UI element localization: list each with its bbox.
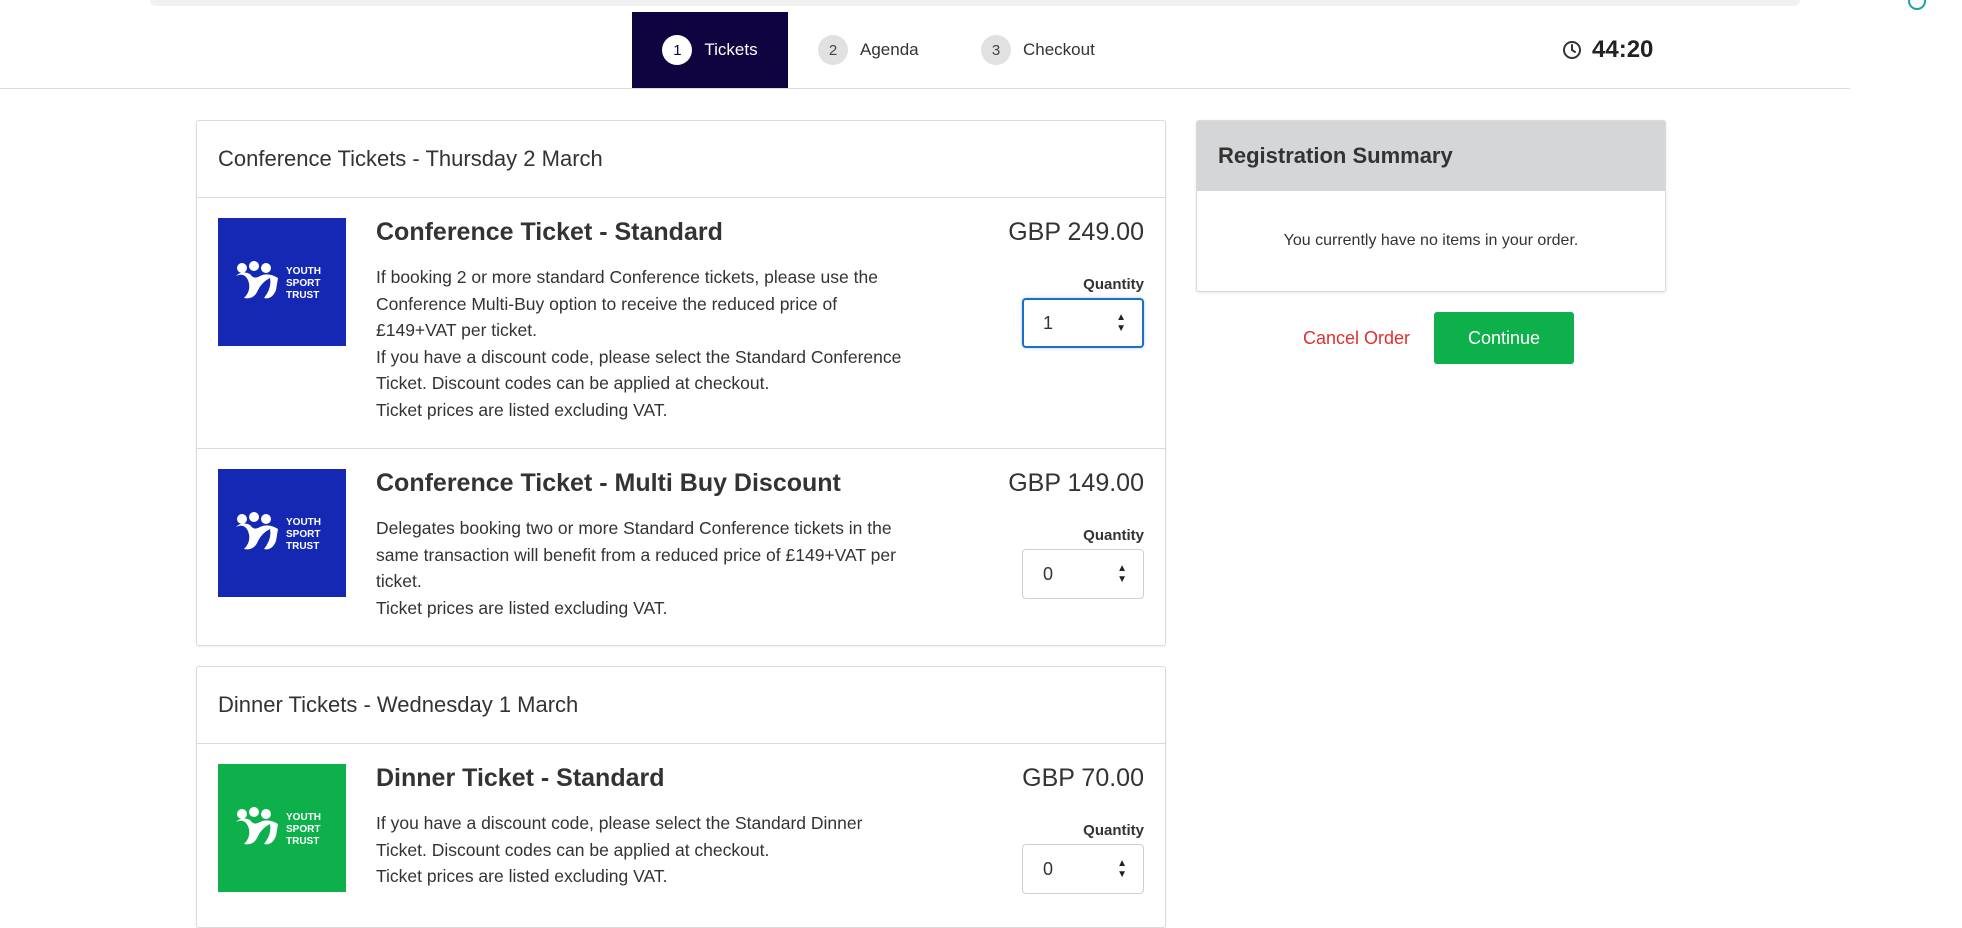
quantity-stepper[interactable]: 0 ▲ ▼	[1022, 549, 1144, 599]
svg-text:SPORT: SPORT	[286, 278, 320, 289]
spinner-arrows-icon[interactable]: ▲ ▼	[1117, 563, 1127, 585]
ticket-name: Conference Ticket - Multi Buy Discount	[376, 469, 841, 497]
step-number: 1	[662, 35, 693, 65]
svg-text:SPORT: SPORT	[286, 824, 320, 835]
ticket-row: YOUTH SPORT TRUST Conference Ticket - St…	[197, 198, 1165, 449]
description-line: Ticket prices are listed excluding VAT.	[376, 597, 668, 618]
description-line: Ticket. Discount codes can be applied at…	[376, 839, 770, 860]
svg-text:YOUTH: YOUTH	[286, 517, 321, 528]
description-line: Delegates booking two or more Standard C…	[376, 518, 892, 538]
registration-summary: Registration Summary You currently have …	[1196, 120, 1666, 292]
quantity-value: 1	[1043, 312, 1054, 333]
ticket-name: Conference Ticket - Standard	[376, 218, 723, 246]
description-line: ticket.	[376, 571, 422, 592]
ticket-price: GBP 149.00	[1008, 469, 1144, 497]
youth-sport-trust-logo: YOUTH SPORT TRUST	[218, 469, 346, 597]
step-number: 3	[981, 35, 1011, 65]
description-line: If booking 2 or more standard Conference…	[376, 267, 878, 287]
description-line: Conference Multi-Buy option to receive t…	[376, 293, 838, 314]
step-agenda[interactable]: 2 Agenda	[818, 12, 919, 88]
description-line: same transaction will benefit from a red…	[376, 544, 896, 565]
spinner-arrows-icon[interactable]: ▲ ▼	[1116, 312, 1126, 334]
quantity-value: 0	[1043, 563, 1054, 584]
description-line: Ticket. Discount codes can be applied at…	[376, 373, 770, 394]
step-label: Tickets	[704, 40, 758, 59]
quantity-value: 0	[1043, 858, 1054, 879]
ticket-price: GBP 249.00	[1008, 218, 1144, 246]
corner-status-icon	[1908, 0, 1926, 10]
step-label: Checkout	[1023, 40, 1095, 59]
section-title: Dinner Tickets - Wednesday 1 March	[197, 667, 1165, 744]
quantity-stepper[interactable]: 0 ▲ ▼	[1022, 844, 1144, 894]
timer-value: 44:20	[1592, 36, 1654, 63]
quantity-label: Quantity	[1083, 276, 1144, 293]
step-label: Agenda	[860, 40, 919, 59]
youth-sport-trust-logo: YOUTH SPORT TRUST	[218, 218, 346, 346]
section-title: Conference Tickets - Thursday 2 March	[197, 121, 1165, 198]
spinner-arrows-icon[interactable]: ▲ ▼	[1117, 858, 1127, 880]
ticket-price: GBP 70.00	[1022, 764, 1144, 792]
quantity-label: Quantity	[1083, 822, 1144, 839]
countdown-timer: 44:20	[1562, 12, 1653, 88]
youth-sport-trust-logo: YOUTH SPORT TRUST	[218, 764, 346, 892]
dinner-tickets-panel: Dinner Tickets - Wednesday 1 March YOUTH…	[196, 666, 1166, 928]
browser-top-strip	[150, 0, 1800, 6]
svg-text:TRUST: TRUST	[286, 541, 319, 552]
continue-button[interactable]: Continue	[1434, 312, 1574, 364]
svg-text:TRUST: TRUST	[286, 290, 319, 301]
description-line: Ticket prices are listed excluding VAT.	[376, 866, 668, 887]
ticket-description: If booking 2 or more standard Conference…	[376, 264, 946, 424]
svg-text:YOUTH: YOUTH	[286, 266, 321, 277]
summary-empty-message: You currently have no items in your orde…	[1283, 232, 1579, 249]
step-number: 2	[818, 35, 848, 65]
description-line: If you have a discount code, please sele…	[376, 346, 902, 367]
quantity-stepper[interactable]: 1 ▲ ▼	[1022, 298, 1144, 348]
summary-title: Registration Summary	[1197, 121, 1665, 191]
svg-text:TRUST: TRUST	[286, 836, 319, 847]
cancel-order-link[interactable]: Cancel Order	[1303, 312, 1410, 364]
step-tickets[interactable]: 1 Tickets	[632, 12, 788, 88]
svg-text:SPORT: SPORT	[286, 529, 320, 540]
description-line: Ticket prices are listed excluding VAT.	[376, 399, 668, 420]
conference-tickets-panel: Conference Tickets - Thursday 2 March YO…	[196, 120, 1166, 646]
step-checkout[interactable]: 3 Checkout	[981, 12, 1095, 88]
svg-text:YOUTH: YOUTH	[286, 812, 321, 823]
ticket-description: Delegates booking two or more Standard C…	[376, 515, 946, 621]
ticket-row: YOUTH SPORT TRUST Conference Ticket - Mu…	[197, 449, 1165, 645]
quantity-label: Quantity	[1083, 527, 1144, 544]
ticket-row: YOUTH SPORT TRUST Dinner Ticket - Standa…	[197, 744, 1165, 924]
description-line: £149+VAT per ticket.	[376, 320, 537, 341]
ticket-name: Dinner Ticket - Standard	[376, 764, 665, 792]
description-line: If you have a discount code, please sele…	[376, 813, 863, 833]
ticket-description: If you have a discount code, please sele…	[376, 810, 946, 890]
clock-icon	[1563, 41, 1581, 59]
